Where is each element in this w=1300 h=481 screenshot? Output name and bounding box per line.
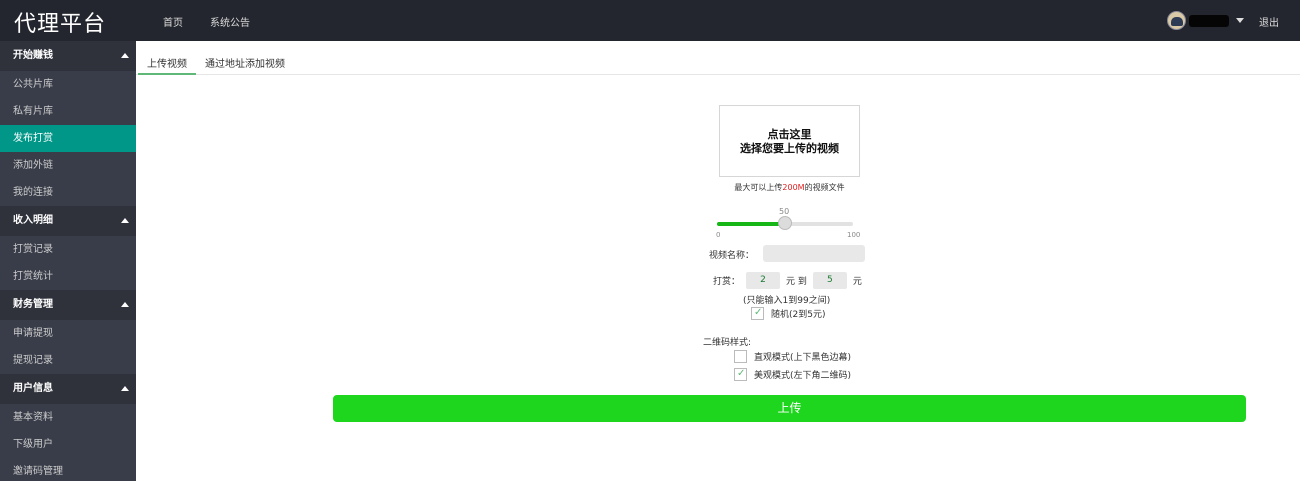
qr-intuitive-checkbox[interactable] — [734, 350, 747, 363]
sidebar-item-add-external-link[interactable]: 添加外链 — [0, 152, 136, 179]
dropzone-line-1: 点击这里 — [767, 128, 812, 141]
hint-size: 200M — [782, 183, 805, 192]
sidebar: 开始赚钱 公共片库 私有片库 发布打赏 添加外链 我的连接 收入明细 打赏记录 … — [0, 41, 136, 481]
nav-home-link[interactable]: 首页 — [163, 14, 183, 29]
chevron-up-icon — [121, 386, 129, 391]
sidebar-group-label: 开始赚钱 — [13, 50, 53, 61]
qr-option-beauty[interactable]: 美观模式(左下角二维码) — [734, 368, 851, 381]
sidebar-group-label: 收入明细 — [13, 215, 53, 226]
sidebar-item-profile[interactable]: 基本资料 — [0, 404, 136, 431]
sidebar-item-withdraw-request[interactable]: 申请提现 — [0, 320, 136, 347]
range-note: (只能输入1到99之间) — [743, 296, 831, 306]
reward-row: 打赏： 2 元 到 5 元 — [713, 272, 862, 289]
slider-fill — [717, 222, 785, 226]
nav-announcement-link[interactable]: 系统公告 — [210, 14, 250, 29]
tab-bar: 上传视频 通过地址添加视频 — [136, 41, 1300, 75]
caret-down-icon[interactable] — [1236, 18, 1244, 23]
tab-upload-video[interactable]: 上传视频 — [138, 41, 196, 75]
app-logo[interactable]: 代理平台 — [14, 6, 106, 38]
qr-beauty-label: 美观模式(左下角二维码) — [754, 371, 852, 381]
top-bar: 代理平台 首页 系统公告 退出 — [0, 0, 1300, 41]
sidebar-item-subordinates[interactable]: 下级用户 — [0, 431, 136, 458]
reward-label: 打赏： — [713, 277, 741, 287]
main-content: 上传视频 通过地址添加视频 点击这里 选择您要上传的视频 最大可以上传200M的… — [136, 41, 1300, 481]
chevron-up-icon — [121, 218, 129, 223]
logout-link[interactable]: 退出 — [1259, 14, 1279, 29]
random-option[interactable]: 随机(2到5元) — [751, 307, 825, 320]
slider-handle[interactable] — [778, 216, 792, 230]
upload-button[interactable]: 上传 — [333, 395, 1246, 422]
sidebar-group-earn[interactable]: 开始赚钱 — [0, 41, 136, 71]
random-checkbox[interactable] — [751, 307, 764, 320]
reward-min-input[interactable]: 2 — [746, 272, 781, 289]
random-label: 随机(2到5元) — [771, 310, 826, 320]
qr-option-intuitive[interactable]: 直观模式(上下黑色边幕) — [734, 350, 851, 363]
sidebar-group-label: 财务管理 — [13, 299, 53, 310]
slider-value-label: 50 — [779, 207, 790, 216]
reward-unit-label: 元 — [852, 277, 862, 287]
sidebar-item-public-library[interactable]: 公共片库 — [0, 71, 136, 98]
sidebar-item-my-links[interactable]: 我的连接 — [0, 179, 136, 206]
sidebar-item-invite-codes[interactable]: 邀请码管理 — [0, 458, 136, 481]
sidebar-item-withdraw-records[interactable]: 提现记录 — [0, 347, 136, 374]
avatar[interactable] — [1167, 11, 1186, 30]
slider-min-label: 0 — [716, 231, 721, 239]
chevron-up-icon — [121, 302, 129, 307]
sidebar-item-private-library[interactable]: 私有片库 — [0, 98, 136, 125]
hint-suffix: 的视频文件 — [804, 183, 845, 192]
video-name-input[interactable] — [763, 245, 865, 262]
top-nav: 首页 系统公告 — [163, 14, 277, 29]
user-menu[interactable] — [1167, 11, 1244, 30]
tab-add-by-url[interactable]: 通过地址添加视频 — [196, 41, 294, 75]
sidebar-item-reward-stats[interactable]: 打赏统计 — [0, 263, 136, 290]
qr-style-label: 二维码样式: — [703, 338, 752, 348]
sidebar-group-label: 用户信息 — [13, 383, 53, 394]
sidebar-item-publish-reward[interactable]: 发布打赏 — [0, 125, 136, 152]
reward-max-input[interactable]: 5 — [812, 272, 847, 289]
qr-beauty-checkbox[interactable] — [734, 368, 747, 381]
username-redacted — [1189, 14, 1229, 27]
sidebar-item-reward-records[interactable]: 打赏记录 — [0, 236, 136, 263]
sidebar-group-finance[interactable]: 财务管理 — [0, 290, 136, 320]
dropzone-line-2: 选择您要上传的视频 — [740, 142, 839, 155]
video-name-label: 视频名称： — [709, 251, 755, 261]
hint-prefix: 最大可以上传 — [734, 183, 783, 192]
chevron-up-icon — [121, 53, 129, 58]
slider-max-label: 100 — [847, 231, 861, 239]
sidebar-group-user-info[interactable]: 用户信息 — [0, 374, 136, 404]
reward-to-label: 元 到 — [786, 277, 807, 287]
upload-size-hint: 最大可以上传200M的视频文件 — [719, 182, 860, 193]
upload-dropzone[interactable]: 点击这里 选择您要上传的视频 — [719, 105, 860, 177]
sidebar-group-income[interactable]: 收入明细 — [0, 206, 136, 236]
qr-intuitive-label: 直观模式(上下黑色边幕) — [754, 353, 852, 363]
slider-track[interactable] — [717, 216, 853, 230]
